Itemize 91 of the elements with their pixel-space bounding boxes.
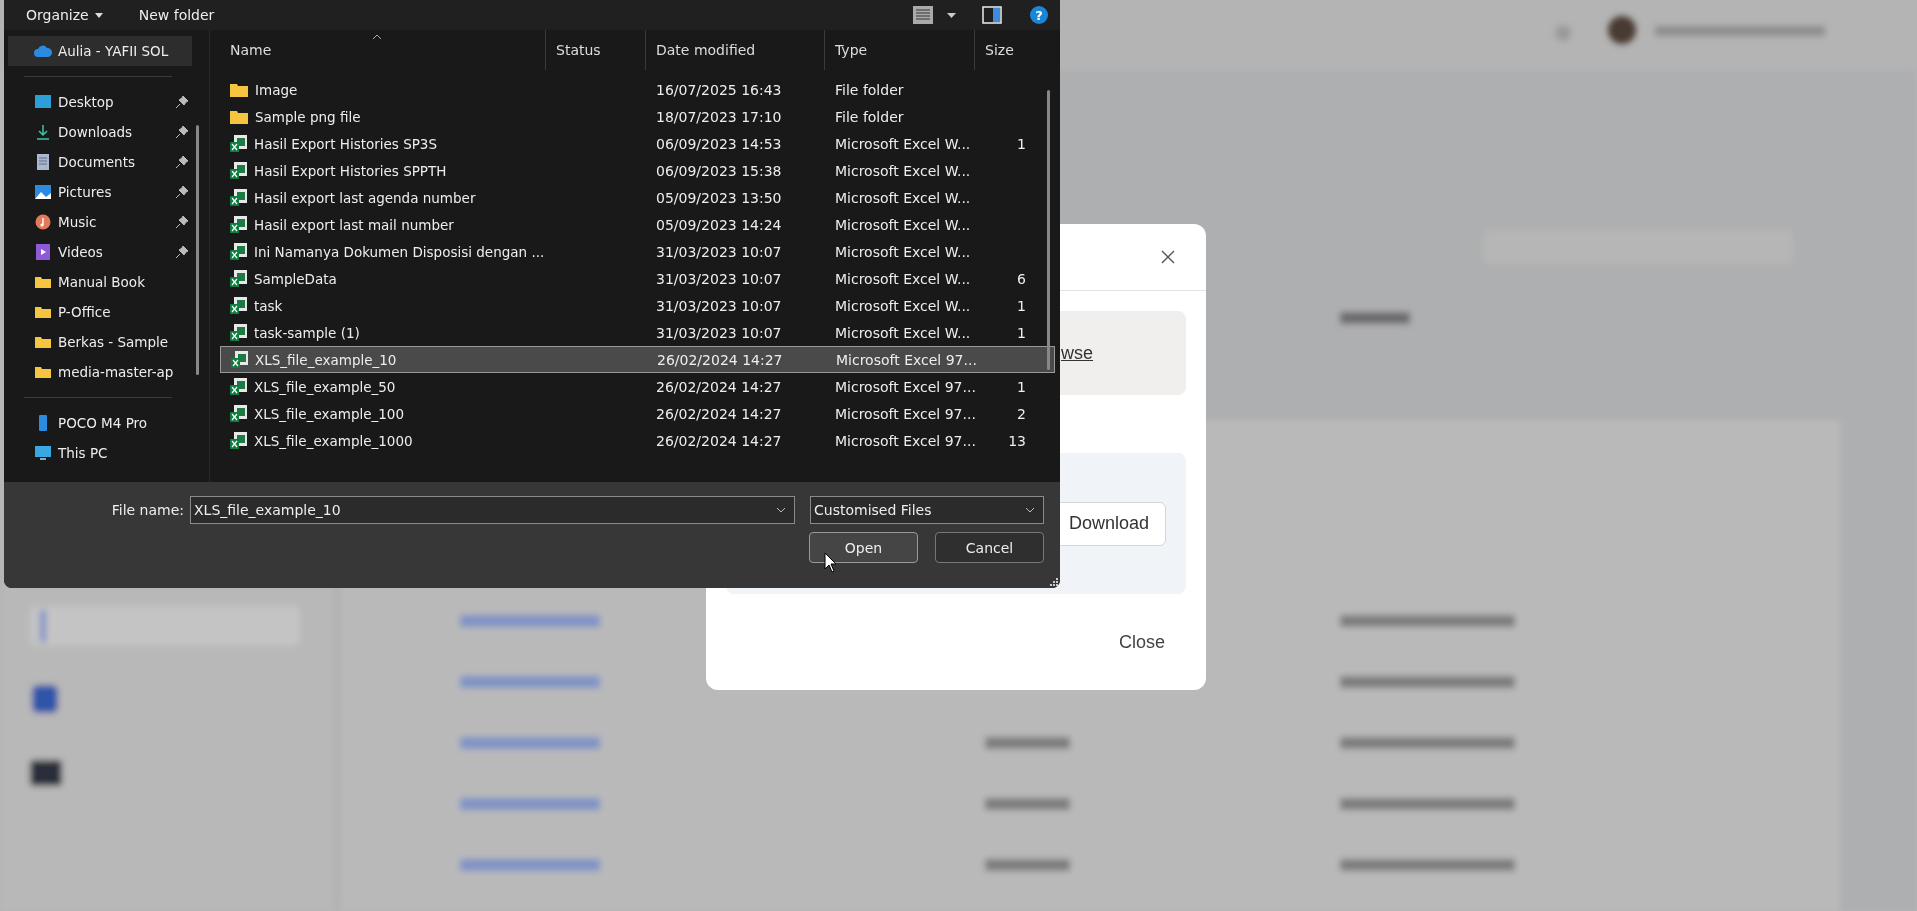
file-type: Microsoft Excel W... xyxy=(834,324,972,341)
file-row[interactable]: XLS_file_example_50 26/02/2024 14:27 Microsoft Excel 97... 1 xyxy=(220,373,1055,400)
file-size: 2 xyxy=(1016,405,1027,422)
file-size: 13 xyxy=(1007,432,1027,449)
file-size: 1 xyxy=(1016,378,1027,395)
file-type: Microsoft Excel W... xyxy=(834,297,972,314)
column-header[interactable]: Type xyxy=(825,30,975,70)
file-name: SampleData xyxy=(254,270,337,287)
file-type: Microsoft Excel 97... xyxy=(835,351,976,368)
file-row[interactable]: Image 16/07/2025 16:43 File folder xyxy=(220,76,1055,103)
new-folder-button[interactable]: New folder xyxy=(138,7,215,23)
file-name: Ini Namanya Dokumen Disposisi dengan ... xyxy=(254,243,545,260)
file-type: Microsoft Excel W... xyxy=(834,270,972,287)
file-name: Hasil Export Histories SP3S xyxy=(254,135,438,152)
file-size: 1 xyxy=(1016,297,1027,314)
file-name: XLS_file_example_10 xyxy=(255,351,397,368)
nav-item[interactable]: Videos xyxy=(4,237,192,267)
file-type: Microsoft Excel W... xyxy=(834,135,972,152)
file-size: 1 xyxy=(1016,135,1027,152)
file-row[interactable]: Hasil Export Histories SPPTH 06/09/2023 15:38 Microsoft Excel W... xyxy=(220,157,1055,184)
file-type: Microsoft Excel W... xyxy=(834,216,972,233)
file-date: 06/09/2023 15:38 xyxy=(655,162,783,179)
file-date: 31/03/2023 10:07 xyxy=(655,243,783,260)
nav-item[interactable]: media-master-ap xyxy=(4,357,192,387)
file-row[interactable]: Hasil export last mail number 05/09/2023 14:24 Microsoft Excel W... xyxy=(220,211,1055,238)
nav-item[interactable]: Documents xyxy=(4,147,192,177)
organize-button[interactable]: Organize xyxy=(26,7,103,23)
file-size: 1 xyxy=(1016,324,1027,341)
file-type: Microsoft Excel W... xyxy=(834,243,972,260)
file-name-field[interactable]: XLS_file_example_10 xyxy=(190,496,795,524)
file-row[interactable]: XLS_file_example_1000 26/02/2024 14:27 Microsoft Excel 97... 13 xyxy=(220,427,1055,454)
nav-item[interactable]: Aulia - YAFII SOL xyxy=(8,36,192,66)
file-date: 26/02/2024 14:27 xyxy=(656,351,784,368)
file-row[interactable]: task 31/03/2023 10:07 Microsoft Excel W... 1 xyxy=(220,292,1055,319)
file-name: XLS_file_example_100 xyxy=(254,405,405,422)
file-date: 26/02/2024 14:27 xyxy=(655,405,783,422)
file-date: 06/09/2023 14:53 xyxy=(655,135,783,152)
file-row[interactable]: Hasil export last agenda number 05/09/2023 13:50 Microsoft Excel W... xyxy=(220,184,1055,211)
cancel-button[interactable]: Cancel xyxy=(935,532,1044,563)
file-date: 31/03/2023 10:07 xyxy=(655,297,783,314)
column-header[interactable]: Status xyxy=(546,30,646,70)
file-date: 16/07/2025 16:43 xyxy=(655,81,783,98)
nav-item[interactable]: Manual Book xyxy=(4,267,192,297)
nav-item[interactable]: P-Office xyxy=(4,297,192,327)
file-name: XLS_file_example_50 xyxy=(254,378,396,395)
file-name: task xyxy=(254,297,283,314)
file-row[interactable]: SampleData 31/03/2023 10:07 Microsoft Excel W... 6 xyxy=(220,265,1055,292)
nav-item[interactable]: This PC xyxy=(4,438,192,468)
file-date: 26/02/2024 14:27 xyxy=(655,432,783,449)
file-type: Microsoft Excel 97... xyxy=(834,378,975,395)
file-name: Hasil Export Histories SPPTH xyxy=(254,162,447,179)
file-name: Hasil export last agenda number xyxy=(254,189,476,206)
column-header[interactable]: Date modified xyxy=(646,30,825,70)
file-row[interactable]: Sample png file 18/07/2023 17:10 File folder xyxy=(220,103,1055,130)
file-date: 26/02/2024 14:27 xyxy=(655,378,783,395)
file-type: Microsoft Excel W... xyxy=(834,162,972,179)
nav-item[interactable]: POCO M4 Pro xyxy=(4,408,192,438)
file-date: 05/09/2023 14:24 xyxy=(655,216,783,233)
file-date: 05/09/2023 13:50 xyxy=(655,189,783,206)
close-button[interactable]: Close xyxy=(1112,630,1171,654)
nav-item[interactable]: Downloads xyxy=(4,117,192,147)
file-type-dropdown[interactable]: Customised Files xyxy=(810,496,1044,524)
open-button[interactable]: Open xyxy=(809,532,918,563)
file-date: 31/03/2023 10:07 xyxy=(655,324,783,341)
file-row[interactable]: Hasil Export Histories SP3S 06/09/2023 14:53 Microsoft Excel W... 1 xyxy=(220,130,1055,157)
file-type: Microsoft Excel 97... xyxy=(834,405,975,422)
browse-link[interactable]: wse xyxy=(1061,342,1093,364)
file-name: Image xyxy=(255,81,298,98)
file-name: Hasil export last mail number xyxy=(254,216,454,233)
nav-item[interactable]: Desktop xyxy=(4,87,192,117)
file-row[interactable]: task-sample (1) 31/03/2023 10:07 Microsoft Excel W... 1 xyxy=(220,319,1055,346)
file-size: 6 xyxy=(1016,270,1027,287)
help-button[interactable]: ? xyxy=(1030,6,1048,24)
file-type: File folder xyxy=(834,81,905,98)
file-row[interactable]: XLS_file_example_10 26/02/2024 14:27 Microsoft Excel 97... xyxy=(220,346,1055,373)
nav-item[interactable]: Music xyxy=(4,207,192,237)
nav-item[interactable]: Berkas - Sample xyxy=(4,327,192,357)
file-type: File folder xyxy=(834,108,905,125)
file-type: Microsoft Excel 97... xyxy=(834,432,975,449)
file-date: 18/07/2023 17:10 xyxy=(655,108,783,125)
file-name: Sample png file xyxy=(255,108,361,125)
nav-item[interactable]: Pictures xyxy=(4,177,192,207)
file-type: Microsoft Excel W... xyxy=(834,189,972,206)
file-date: 31/03/2023 10:07 xyxy=(655,270,783,287)
file-row[interactable]: Ini Namanya Dokumen Disposisi dengan ... 31/03/2023 10:07 Microsoft Excel W... xyxy=(220,238,1055,265)
file-name: XLS_file_example_1000 xyxy=(254,432,413,449)
column-header[interactable]: Name xyxy=(220,30,546,70)
file-row[interactable]: XLS_file_example_100 26/02/2024 14:27 Microsoft Excel 97... 2 xyxy=(220,400,1055,427)
file-name: task-sample (1) xyxy=(254,324,360,341)
file-name-label: File name: xyxy=(111,502,184,518)
column-header[interactable]: Size xyxy=(975,30,1030,70)
